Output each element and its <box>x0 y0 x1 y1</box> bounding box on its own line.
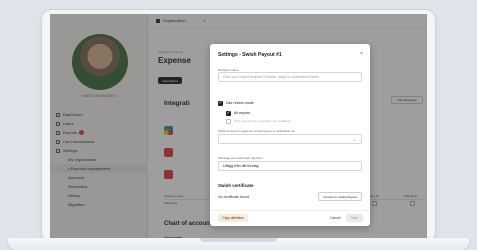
close-icon[interactable]: × <box>360 51 363 57</box>
which-reports-select[interactable]: ⌄ <box>218 134 362 144</box>
save-button[interactable]: Save <box>346 214 363 222</box>
chevron-down-icon: ⌄ <box>352 136 356 142</box>
payment-message-input[interactable]: Utlägg från ditt företag <box>218 161 362 171</box>
modal-title: Settings - Swish Payout #1 <box>218 52 282 58</box>
app-screen: < MATS EVENSEN > Dashboard Users Reports… <box>50 14 427 240</box>
only-reports-label: Only reports with a specific user condit… <box>234 119 291 123</box>
swish-certificate-heading: Swish certificate <box>218 183 254 188</box>
review-mode-checkbox[interactable] <box>218 100 223 106</box>
connect-swish-button[interactable]: Connect to Swish Payout <box>318 192 362 201</box>
cancel-button[interactable]: Cancel <box>330 214 341 222</box>
laptop-notch <box>200 238 277 242</box>
settings-modal: Settings - Swish Payout #1 × Recipient n… <box>210 44 370 226</box>
message-label: Message sent with each payment <box>218 156 263 160</box>
certificate-status: No certificate found <box>218 195 249 199</box>
recipient-name-input[interactable]: Give your report recipient a better, eas… <box>218 72 362 82</box>
review-mode-label: Use review mode <box>226 101 254 105</box>
all-reports-label: All reports <box>234 111 251 115</box>
which-reports-label: Which a report to apply for review queue… <box>218 129 295 133</box>
copy-definition-button[interactable]: Copy definition <box>218 214 248 222</box>
all-reports-checkbox[interactable] <box>226 110 231 116</box>
divider <box>210 210 370 211</box>
only-reports-checkbox[interactable] <box>226 119 231 124</box>
